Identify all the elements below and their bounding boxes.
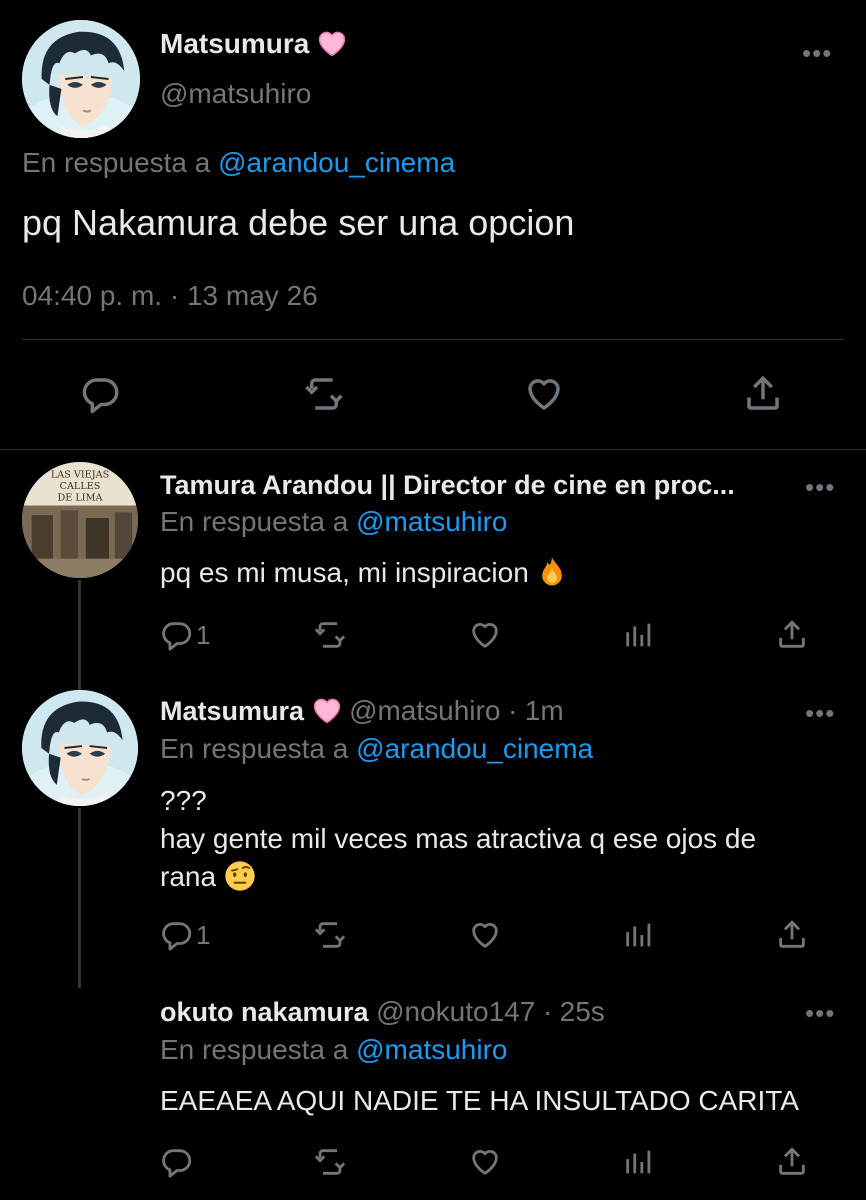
stats-icon bbox=[622, 618, 656, 652]
author-name[interactable]: Tamura Arandou || Director de cine en pr… bbox=[160, 470, 735, 501]
book-cover-avatar-icon bbox=[22, 462, 138, 578]
retweet-icon bbox=[312, 1145, 348, 1179]
fire-emoji-icon bbox=[541, 557, 562, 586]
share-button[interactable] bbox=[775, 1145, 809, 1179]
like-button[interactable] bbox=[467, 1145, 503, 1179]
more-options-icon[interactable]: ••• bbox=[805, 700, 835, 726]
stats-button[interactable] bbox=[622, 618, 656, 652]
tweet-text: ??? hay gente mil veces mas atractiva q … bbox=[160, 782, 850, 896]
stats-button[interactable] bbox=[622, 1145, 656, 1179]
reply-button[interactable]: 1 bbox=[160, 618, 210, 652]
tweet-text: EAEAEA AQUI NADIE TE HA INSULTADO CARITA bbox=[160, 1085, 799, 1116]
reply-button[interactable] bbox=[160, 1145, 194, 1179]
reply-prefix: En respuesta a bbox=[160, 506, 349, 537]
avatar[interactable] bbox=[22, 20, 140, 138]
retweet-icon bbox=[312, 618, 348, 652]
reply-to-link[interactable]: @matsuhiro bbox=[356, 506, 507, 537]
pink-heart-icon bbox=[313, 698, 340, 724]
tweet-text-line-body: rana bbox=[160, 861, 217, 892]
tweet-text: pq es mi musa, mi inspiracion bbox=[160, 554, 850, 592]
share-icon bbox=[775, 1145, 809, 1179]
tweet-timestamp[interactable]: 04:40 p. m. · 13 may 26 bbox=[22, 280, 318, 312]
reply-prefix: En respuesta a bbox=[160, 733, 349, 764]
retweet-button[interactable] bbox=[302, 373, 346, 415]
like-button[interactable] bbox=[467, 618, 503, 652]
author-handle: @matsuhiro bbox=[349, 695, 501, 726]
tweet-text-line: ??? bbox=[160, 785, 207, 816]
reply-context: En respuesta a @arandou_cinema bbox=[22, 147, 455, 179]
stats-icon bbox=[622, 918, 656, 952]
reply-prefix: En respuesta a bbox=[22, 147, 211, 178]
anime-avatar-icon bbox=[22, 690, 138, 806]
divider bbox=[22, 339, 844, 340]
retweet-button[interactable] bbox=[312, 918, 348, 952]
share-button[interactable] bbox=[742, 373, 784, 415]
dot-separator: · bbox=[507, 695, 518, 726]
avatar[interactable] bbox=[22, 462, 138, 578]
share-icon bbox=[775, 918, 809, 952]
reply-icon bbox=[80, 373, 122, 415]
tweet-time: 25s bbox=[559, 996, 605, 1027]
more-options-icon[interactable]: ••• bbox=[802, 40, 832, 66]
tweet-text-body: pq es mi musa, mi inspiracion bbox=[160, 557, 529, 588]
author-name[interactable]: Matsumura bbox=[160, 28, 347, 60]
pink-heart-icon bbox=[318, 31, 346, 57]
heart-icon bbox=[467, 918, 503, 952]
heart-icon bbox=[467, 1145, 503, 1179]
dot-separator: · bbox=[542, 996, 553, 1027]
more-options-icon[interactable]: ••• bbox=[805, 1000, 835, 1026]
divider bbox=[0, 449, 866, 450]
heart-icon bbox=[467, 618, 503, 652]
author-handle[interactable]: @matsuhiro bbox=[160, 78, 311, 110]
more-options-icon[interactable]: ••• bbox=[805, 474, 835, 500]
share-button[interactable] bbox=[775, 618, 809, 652]
retweet-button[interactable] bbox=[312, 618, 348, 652]
reply-context: En respuesta a @arandou_cinema bbox=[160, 733, 593, 765]
author-name-text: Tamura Arandou || Director de cine en pr… bbox=[160, 470, 735, 500]
tweet-text-line: hay gente mil veces mas atractiva q ese … bbox=[160, 823, 757, 854]
reply-icon bbox=[160, 918, 194, 952]
share-button[interactable] bbox=[775, 918, 809, 952]
reply-count: 1 bbox=[196, 919, 211, 950]
thread-line bbox=[78, 580, 81, 690]
anime-avatar-icon bbox=[22, 20, 140, 138]
like-button[interactable] bbox=[467, 918, 503, 952]
reply-to-link[interactable]: @matsuhiro bbox=[356, 1034, 507, 1065]
share-icon bbox=[775, 618, 809, 652]
retweet-icon bbox=[302, 373, 346, 415]
stats-icon bbox=[622, 1145, 656, 1179]
share-icon bbox=[742, 373, 784, 415]
like-button[interactable] bbox=[522, 373, 566, 415]
tweet-text: pq Nakamura debe ser una opcion bbox=[22, 202, 575, 243]
heart-icon bbox=[522, 373, 566, 415]
reply-to-link[interactable]: @arandou_cinema bbox=[218, 147, 455, 178]
author-line[interactable]: okuto nakamura @nokuto147 · 25s bbox=[160, 996, 605, 1028]
retweet-button[interactable] bbox=[312, 1145, 348, 1179]
author-name-text: Matsumura bbox=[160, 28, 310, 59]
reply-to-link[interactable]: @arandou_cinema bbox=[356, 733, 593, 764]
author-handle: @nokuto147 bbox=[376, 996, 536, 1027]
tweet-text-line: rana bbox=[160, 858, 850, 896]
author-line[interactable]: Matsumura @matsuhiro · 1m bbox=[160, 695, 564, 727]
reply-icon bbox=[160, 1145, 194, 1179]
raised-eyebrow-emoji-icon bbox=[225, 861, 255, 891]
reply-button[interactable]: 1 bbox=[160, 918, 210, 952]
author-name-text: Matsumura bbox=[160, 696, 305, 726]
reply-button[interactable] bbox=[80, 373, 122, 415]
reply-icon bbox=[160, 618, 194, 652]
thread-line bbox=[78, 808, 81, 988]
reply-context: En respuesta a @matsuhiro bbox=[160, 1034, 508, 1066]
reply-count: 1 bbox=[196, 619, 211, 650]
stats-button[interactable] bbox=[622, 918, 656, 952]
reply-context: En respuesta a @matsuhiro bbox=[160, 506, 508, 538]
reply-prefix: En respuesta a bbox=[160, 1034, 349, 1065]
avatar[interactable] bbox=[22, 690, 138, 806]
retweet-icon bbox=[312, 918, 348, 952]
tweet-time: 1m bbox=[524, 695, 564, 726]
author-name-text: okuto nakamura bbox=[160, 997, 369, 1027]
